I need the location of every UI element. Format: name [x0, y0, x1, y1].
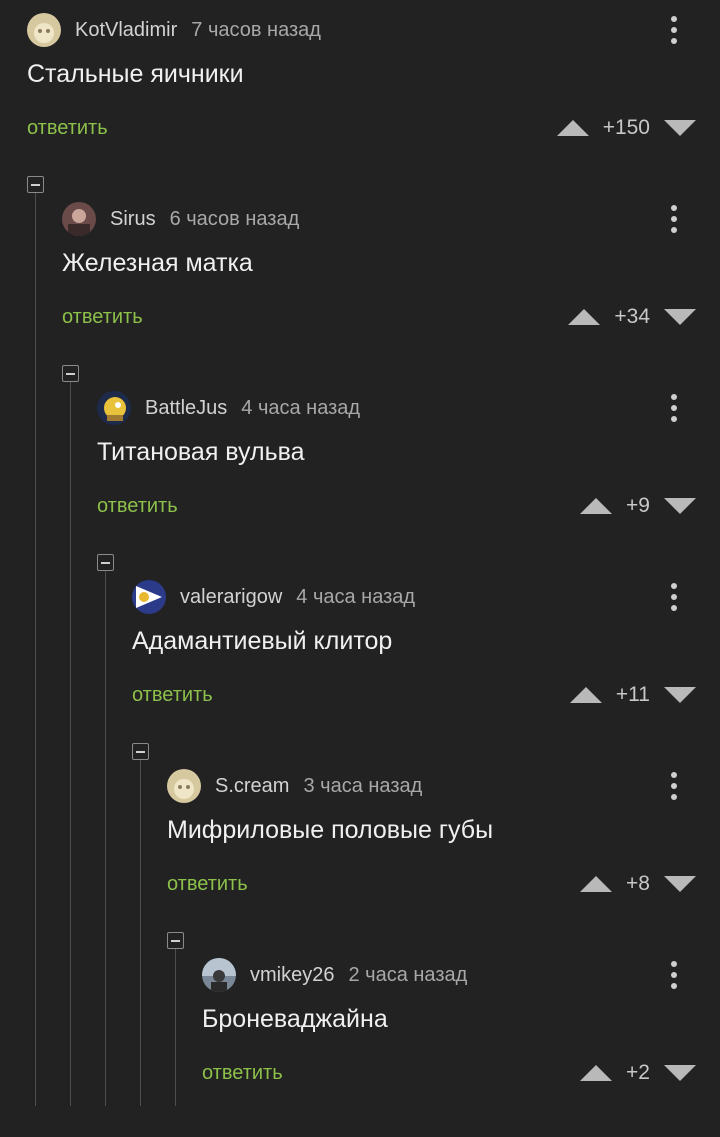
thread-line — [35, 193, 36, 1106]
kebab-menu-icon[interactable] — [668, 392, 680, 424]
downvote-arrow-icon[interactable] — [664, 309, 696, 325]
comment-text: Железная матка — [62, 249, 253, 277]
reply-link[interactable]: ответить — [62, 306, 143, 329]
upvote-arrow-icon[interactable] — [580, 876, 613, 892]
author-name[interactable]: KotVladimir — [75, 19, 177, 42]
upvote-arrow-icon[interactable] — [569, 687, 602, 703]
thread-line — [105, 571, 106, 1106]
vote-controls: +34 — [568, 303, 696, 331]
comment-header: KotVladimir 7 часов назад — [27, 12, 321, 48]
kebab-menu-icon[interactable] — [668, 14, 680, 46]
comment-time: 2 часа назад — [348, 963, 468, 986]
comment: Sirus 6 часов назад Железная матка ответ… — [62, 201, 720, 381]
comment: KotVladimir 7 часов назад Стальные яични… — [27, 12, 720, 192]
reply-link[interactable]: ответить — [167, 873, 248, 896]
comment-text: Мифриловые половые губы — [167, 816, 494, 844]
upvote-arrow-icon[interactable] — [568, 309, 601, 325]
avatar[interactable] — [202, 958, 236, 992]
reply-link[interactable]: ответить — [97, 495, 178, 518]
author-name[interactable]: Sirus — [110, 208, 156, 231]
avatar[interactable] — [27, 13, 61, 47]
reply-link[interactable]: ответить — [202, 1062, 283, 1085]
downvote-arrow-icon[interactable] — [664, 687, 696, 703]
avatar[interactable] — [167, 769, 201, 803]
comment-header: S.cream 3 часа назад — [167, 768, 422, 804]
upvote-arrow-icon[interactable] — [580, 498, 613, 514]
comment: S.cream 3 часа назад Мифриловые половые … — [167, 768, 720, 948]
comment-score: +9 — [626, 494, 650, 517]
vote-controls: +11 — [569, 681, 696, 709]
avatar[interactable] — [97, 391, 131, 425]
comment-header: vmikey26 2 часа назад — [202, 957, 467, 993]
comment: vmikey26 2 часа назад Броневаджайна отве… — [202, 957, 720, 1137]
avatar[interactable] — [132, 580, 166, 614]
comment: valerarigow 4 часа назад Адамантиевый кл… — [132, 579, 720, 759]
vote-controls: +8 — [580, 870, 696, 898]
downvote-arrow-icon[interactable] — [664, 498, 696, 514]
author-name[interactable]: BattleJus — [145, 397, 227, 420]
avatar[interactable] — [62, 202, 96, 236]
comment-time: 4 часа назад — [296, 585, 416, 608]
author-name[interactable]: vmikey26 — [250, 964, 334, 987]
comment-time: 4 часа назад — [241, 396, 361, 419]
comment-score: +2 — [626, 1061, 650, 1084]
comment-time: 6 часов назад — [169, 207, 300, 230]
vote-controls: +9 — [580, 492, 696, 520]
thread-line — [140, 760, 141, 1106]
comment-score: +34 — [614, 305, 650, 328]
thread-line — [70, 382, 71, 1106]
comment-header: valerarigow 4 часа назад — [132, 579, 415, 615]
kebab-menu-icon[interactable] — [668, 203, 680, 235]
comment-score: +150 — [602, 116, 650, 139]
thread-line — [175, 949, 176, 1106]
comment-header: BattleJus 4 часа назад — [97, 390, 360, 426]
comment-text: Стальные яичники — [27, 60, 244, 88]
downvote-arrow-icon[interactable] — [664, 876, 696, 892]
upvote-arrow-icon[interactable] — [580, 1065, 613, 1081]
reply-link[interactable]: ответить — [132, 684, 213, 707]
comment-text: Адамантиевый клитор — [132, 627, 393, 655]
kebab-menu-icon[interactable] — [668, 770, 680, 802]
comment-text: Титановая вульва — [97, 438, 305, 466]
comment-time: 3 часа назад — [303, 774, 423, 797]
downvote-arrow-icon[interactable] — [664, 120, 696, 136]
comment: BattleJus 4 часа назад Титановая вульва … — [97, 390, 720, 570]
vote-controls: +150 — [556, 114, 696, 142]
comment-time: 7 часов назад — [191, 18, 321, 41]
comment-text: Броневаджайна — [202, 1005, 388, 1033]
kebab-menu-icon[interactable] — [668, 959, 680, 991]
vote-controls: +2 — [580, 1059, 696, 1087]
author-name[interactable]: valerarigow — [180, 586, 282, 609]
comment-score: +8 — [626, 872, 650, 895]
author-name[interactable]: S.cream — [215, 775, 289, 798]
comment-thread: KotVladimir 7 часов назад Стальные яични… — [0, 0, 720, 1106]
downvote-arrow-icon[interactable] — [664, 1065, 696, 1081]
reply-link[interactable]: ответить — [27, 117, 108, 140]
comment-score: +11 — [615, 683, 650, 706]
comment-header: Sirus 6 часов назад — [62, 201, 299, 237]
kebab-menu-icon[interactable] — [668, 581, 680, 613]
upvote-arrow-icon[interactable] — [556, 120, 589, 136]
